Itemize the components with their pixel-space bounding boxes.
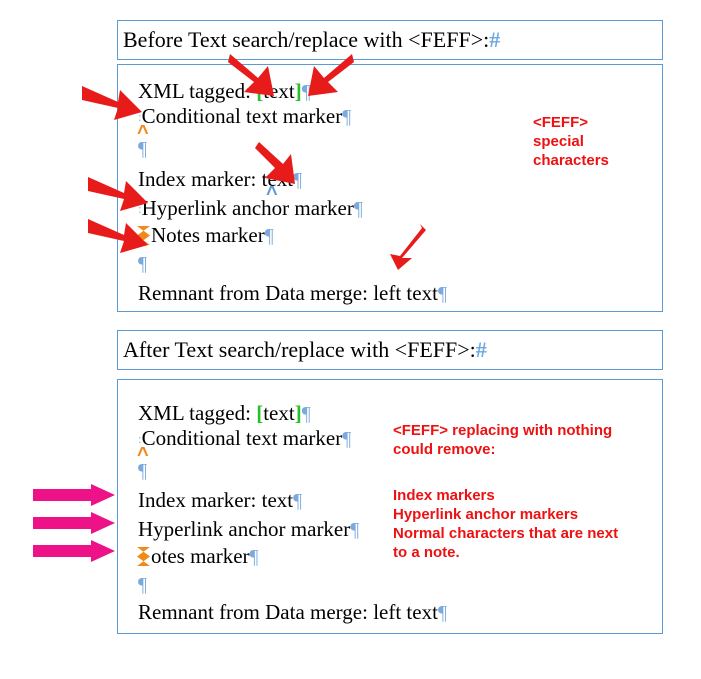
after-title-text: After Text search/replace with <FEFF>: [123, 337, 476, 362]
magenta-arrow-hyperlink-markers-icon [33, 512, 115, 534]
after-conditional-pilcrow: ¶ [342, 428, 352, 450]
magenta-arrow-note-characters-icon [33, 540, 115, 562]
after-xml-pilcrow: ¶ [301, 403, 311, 425]
after-line-index: Index marker: text¶ [138, 490, 302, 512]
after-line-empty-1: ¶ [138, 460, 147, 482]
before-body-frame: XML tagged: [text]¶ :Conditional text ma… [117, 64, 663, 312]
after-line-empty-2: ¶ [138, 574, 147, 596]
before-title-text: Before Text search/replace with <FEFF>: [123, 27, 490, 52]
after-conditional-text: Conditional text marker [141, 426, 343, 450]
magenta-arrow-index-markers-icon [33, 484, 115, 506]
after-empty-pilcrow-1: ¶ [138, 460, 148, 482]
red-arrow-hyperlink-marker-icon [88, 177, 148, 211]
red-arrow-conditional-marker-icon [82, 86, 142, 120]
before-line-hyperlink: :Hyperlink anchor marker¶ [138, 198, 363, 220]
before-remnant-pilcrow: ¶ [437, 283, 447, 305]
red-arrow-xml-open-bracket-icon [228, 54, 274, 96]
before-line-empty-1: ¶ [138, 138, 147, 160]
after-annotation-heading: <FEFF> replacing with nothing could remo… [393, 422, 613, 458]
before-title-line: Before Text search/replace with <FEFF>:# [123, 27, 501, 52]
before-hyperlink-text: Hyperlink anchor marker [141, 196, 354, 220]
after-note-anchor-icon [137, 547, 150, 566]
before-annotation-text: <FEFF> special characters [533, 114, 609, 169]
before-line-conditional: :Conditional text marker¶ [138, 106, 351, 128]
after-body-frame: XML tagged: [text]¶ :Conditional text ma… [117, 379, 663, 634]
after-remnant-text: Remnant from Data merge: left text [138, 600, 438, 624]
before-conditional-pilcrow: ¶ [342, 106, 352, 128]
before-line-notes: Notes marker¶ [151, 225, 274, 247]
after-title-frame: After Text search/replace with <FEFF>:# [117, 330, 663, 370]
after-index-pilcrow: ¶ [293, 490, 303, 512]
before-title-frame: Before Text search/replace with <FEFF>:# [117, 20, 663, 60]
before-empty-pilcrow-1: ¶ [138, 138, 148, 160]
after-hyperlink-pilcrow: ¶ [350, 519, 360, 541]
before-notes-text: Notes marker [151, 223, 265, 247]
after-xml-label: XML tagged: [138, 401, 257, 425]
after-index-text: Index marker: text [138, 488, 294, 512]
before-title-end-of-story: # [489, 27, 501, 52]
before-hyperlink-pilcrow: ¶ [353, 198, 363, 220]
after-notes-text: otes marker [151, 544, 250, 568]
red-arrow-notes-marker-icon [88, 219, 148, 253]
after-xml-value: text [263, 401, 295, 425]
before-remnant-text: Remnant from Data merge: left text [138, 281, 438, 305]
before-line-remnant: Remnant from Data merge: left text¶ [138, 283, 447, 305]
before-notes-pilcrow: ¶ [264, 225, 274, 247]
after-line-notes: otes marker¶ [151, 546, 259, 568]
after-annotation-list: Index markers Hyperlink anchor markers N… [393, 487, 619, 561]
after-line-remnant: Remnant from Data merge: left text¶ [138, 602, 447, 624]
after-notes-pilcrow: ¶ [249, 546, 259, 568]
red-arrow-remnant-icon [390, 224, 426, 270]
after-hyperlink-text: Hyperlink anchor marker [138, 517, 351, 541]
after-title-line: After Text search/replace with <FEFF>:# [123, 337, 487, 362]
after-line-conditional: :Conditional text marker¶ [138, 428, 351, 450]
red-arrow-index-marker-icon [255, 142, 295, 184]
after-title-end-of-story: # [475, 337, 487, 362]
after-xml-bracket-close: ] [294, 401, 302, 425]
after-line-xml-tagged: XML tagged: [text]¶ [138, 403, 311, 425]
before-conditional-text: Conditional text marker [141, 104, 343, 128]
after-line-hyperlink: Hyperlink anchor marker¶ [138, 519, 359, 541]
after-empty-pilcrow-2: ¶ [138, 574, 148, 596]
red-arrow-xml-close-bracket-icon [308, 54, 354, 96]
after-remnant-pilcrow: ¶ [437, 602, 447, 624]
